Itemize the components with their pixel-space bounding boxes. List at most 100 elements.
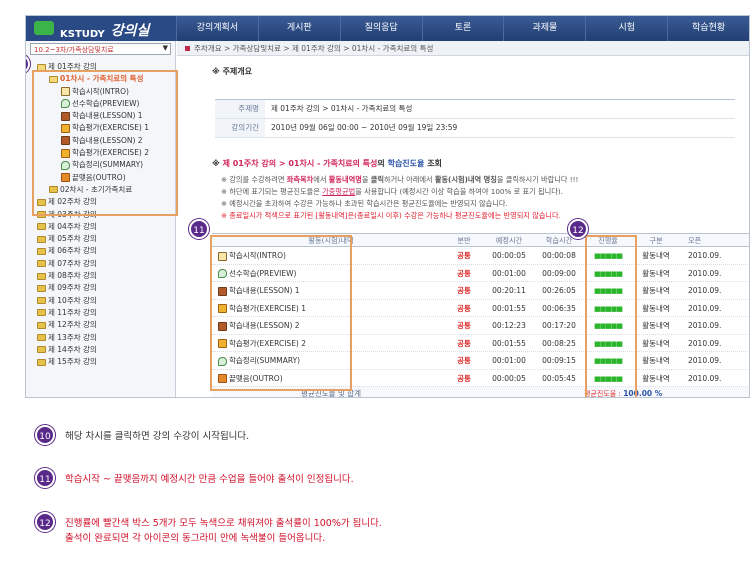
tree-week[interactable]: 제 06주차 강의 xyxy=(31,245,175,257)
tree-week[interactable]: 제 15주차 강의 xyxy=(31,356,175,368)
plan-time-cell: 00:20:11 xyxy=(492,286,526,295)
tree-week[interactable]: 제 12주차 강의 xyxy=(31,319,175,331)
weighted-average-link[interactable]: 가중평균법 xyxy=(322,187,355,196)
overview-title: ※ 주제개요 xyxy=(212,67,253,76)
note-2: ※ 하단에 표기되는 평균진도율은 가중평균법을 사용합니다 (예정시간 이상 … xyxy=(221,187,563,196)
course-select[interactable]: 10.2~3차/가족상담및치료 ▼ xyxy=(30,43,171,55)
nav-item[interactable]: 토론 xyxy=(421,16,504,41)
progress-heading: ※ 제 01주차 강의 > 01차시 - 가족치료의 특성의 학습진도율 조회 xyxy=(212,158,442,169)
type-cell: 활동내역 xyxy=(642,268,670,278)
notes: ※ 강의를 수강하려면 좌측목차에서 활동내역명을 클릭하거나 아래에서 활동(… xyxy=(221,174,578,222)
class-cell: 공통 xyxy=(457,356,471,365)
class-cell: 공통 xyxy=(457,373,471,383)
highlight-box-progress xyxy=(585,235,637,397)
plan-time-cell: 00:01:00 xyxy=(492,356,526,365)
folder-icon xyxy=(37,223,46,231)
folder-icon xyxy=(37,260,46,268)
legend-text: 진행률에 빨간색 박스 5개가 모두 녹색으로 채워져야 출석률이 100%가 … xyxy=(65,518,382,544)
tree-week[interactable]: 제 07주차 강의 xyxy=(31,258,175,270)
callout-badge-11: 11 xyxy=(189,219,209,239)
tree-week-label: 제 04주차 강의 xyxy=(48,221,97,231)
nav-item[interactable]: 게시판 xyxy=(257,16,340,41)
legend-text: 학습시작 ~ 끝맺음까지 예정시간 만큼 수업을 들어야 출석이 인정됩니다. xyxy=(65,474,354,485)
callout-badge-12: 12 xyxy=(568,219,588,239)
nav-item[interactable]: 강의계획서 xyxy=(176,16,258,41)
tree-week-label: 제 10주차 강의 xyxy=(48,295,97,305)
open-date-cell: 2010.09. xyxy=(688,268,722,278)
note-3: ※ 예정시간을 초과하여 수강은 가능하나 초과된 학습시간은 평균진도율에는 … xyxy=(221,199,508,208)
type-cell: 활동내역 xyxy=(642,356,670,365)
bullet-icon xyxy=(185,46,190,51)
folder-icon xyxy=(37,297,46,305)
tree-week[interactable]: 제 04주차 강의 xyxy=(31,221,175,233)
logo-script: 강의실 xyxy=(110,23,150,39)
nav-item[interactable]: 과제물 xyxy=(503,16,585,41)
tree-week[interactable]: 제 08주차 강의 xyxy=(31,270,175,282)
breadcrumb: 주차개요 > 가족상담및치료 > 제 01주차 강의 > 01차시 - 가족치료… xyxy=(177,41,749,56)
plan-time-cell: 00:00:05 xyxy=(492,251,526,260)
heading-prefix: ※ xyxy=(212,159,220,168)
tree-week[interactable]: 제 11주차 강의 xyxy=(31,307,175,319)
tree-week-label: 제 15주차 강의 xyxy=(48,357,97,367)
tree-week-label: 제 14주차 강의 xyxy=(48,344,97,354)
highlight-box-activities xyxy=(210,235,352,391)
tree-week[interactable]: 제 05주차 강의 xyxy=(31,233,175,245)
type-cell: 활동내역 xyxy=(642,321,670,330)
tree-week[interactable]: 제 10주차 강의 xyxy=(31,295,175,307)
tree-week-label: 제 11주차 강의 xyxy=(48,307,97,317)
type-cell: 활동내역 xyxy=(642,251,670,260)
folder-icon xyxy=(37,247,46,255)
logo-text: KSTUDY xyxy=(60,29,105,40)
type-cell: 활동내역 xyxy=(642,373,670,383)
nav-item[interactable]: 시험 xyxy=(585,16,667,41)
tree-week-label: 제 09주차 강의 xyxy=(48,283,97,293)
heading-path: 제 01주차 강의 > 01차시 - 가족치료의 특성 xyxy=(222,159,378,168)
folder-icon xyxy=(37,358,46,366)
heading-key: 학습진도율 xyxy=(387,159,425,168)
logo[interactable]: KSTUDY 강의실 xyxy=(26,16,176,41)
class-cell: 공통 xyxy=(457,303,471,313)
study-time-cell: 00:00:08 xyxy=(542,251,576,260)
type-cell: 활동내역 xyxy=(642,303,670,313)
open-date-cell: 2010.09. xyxy=(688,321,722,330)
overview-table: 주제명 제 01주차 강의 > 01차시 - 가족치료의 특성 강의기간 2010년… xyxy=(215,99,735,138)
study-time-cell: 00:17:20 xyxy=(542,321,576,330)
study-time-cell: 00:26:05 xyxy=(542,286,576,295)
tree-week[interactable]: 제 09주차 강의 xyxy=(31,282,175,294)
open-date-cell: 2010.09. xyxy=(688,303,722,313)
nav-item[interactable]: 학습현황 xyxy=(667,16,749,41)
top-nav: 강의계획서 게시판 질의응답 토론 과제물 시험 학습현황 xyxy=(176,16,749,41)
plan-time-cell: 00:00:05 xyxy=(492,373,526,383)
legend-badge: 11 xyxy=(35,468,55,488)
folder-icon xyxy=(37,346,46,354)
class-cell: 공통 xyxy=(457,338,471,348)
note-4: ※ 종료일시가 적색으로 표기된 [활동내역]은(종료일시 이후) 수강은 가능… xyxy=(221,211,561,220)
plan-time-cell: 00:01:55 xyxy=(492,303,526,313)
study-time-cell: 00:05:45 xyxy=(542,373,576,383)
tree-week[interactable]: 제 14주차 강의 xyxy=(31,344,175,356)
overview-value: 제 01주차 강의 > 01차시 - 가족치료의 특성 xyxy=(271,104,413,113)
note-1: ※ 강의를 수강하려면 좌측목차에서 활동내역명을 클릭하거나 아래에서 활동(… xyxy=(221,175,579,184)
type-cell: 활동내역 xyxy=(642,338,670,348)
highlight-box-tree xyxy=(32,70,178,216)
nav-item[interactable]: 질의응답 xyxy=(339,16,422,41)
open-date-cell: 2010.09. xyxy=(688,286,722,295)
class-cell: 공통 xyxy=(457,321,471,330)
tree-week-label: 제 08주차 강의 xyxy=(48,271,97,281)
tree-week-label: 제 13주차 강의 xyxy=(48,332,97,342)
type-cell: 활동내역 xyxy=(642,286,670,295)
tree-week-label: 제 05주차 강의 xyxy=(48,234,97,244)
plan-time-cell: 00:01:00 xyxy=(492,268,526,278)
study-time-cell: 00:09:00 xyxy=(542,268,576,278)
tree-week[interactable]: 제 13주차 강의 xyxy=(31,332,175,344)
tree-week-label: 제 12주차 강의 xyxy=(48,320,97,330)
legend-text: 해당 차시를 클릭하면 강의 수강이 시작됩니다. xyxy=(65,431,250,442)
plan-time-cell: 00:12:23 xyxy=(492,321,526,330)
tree-week-label: 제 07주차 강의 xyxy=(48,258,97,268)
study-time-cell: 00:06:35 xyxy=(542,303,576,313)
folder-icon xyxy=(37,235,46,243)
overview-value: 2010년 09월 06일 00:00 ~ 2010년 09월 19일 23:5… xyxy=(271,123,458,132)
open-date-cell: 2010.09. xyxy=(688,338,722,348)
open-date-cell: 2010.09. xyxy=(688,251,722,260)
legend-badge: 10 xyxy=(35,425,55,445)
